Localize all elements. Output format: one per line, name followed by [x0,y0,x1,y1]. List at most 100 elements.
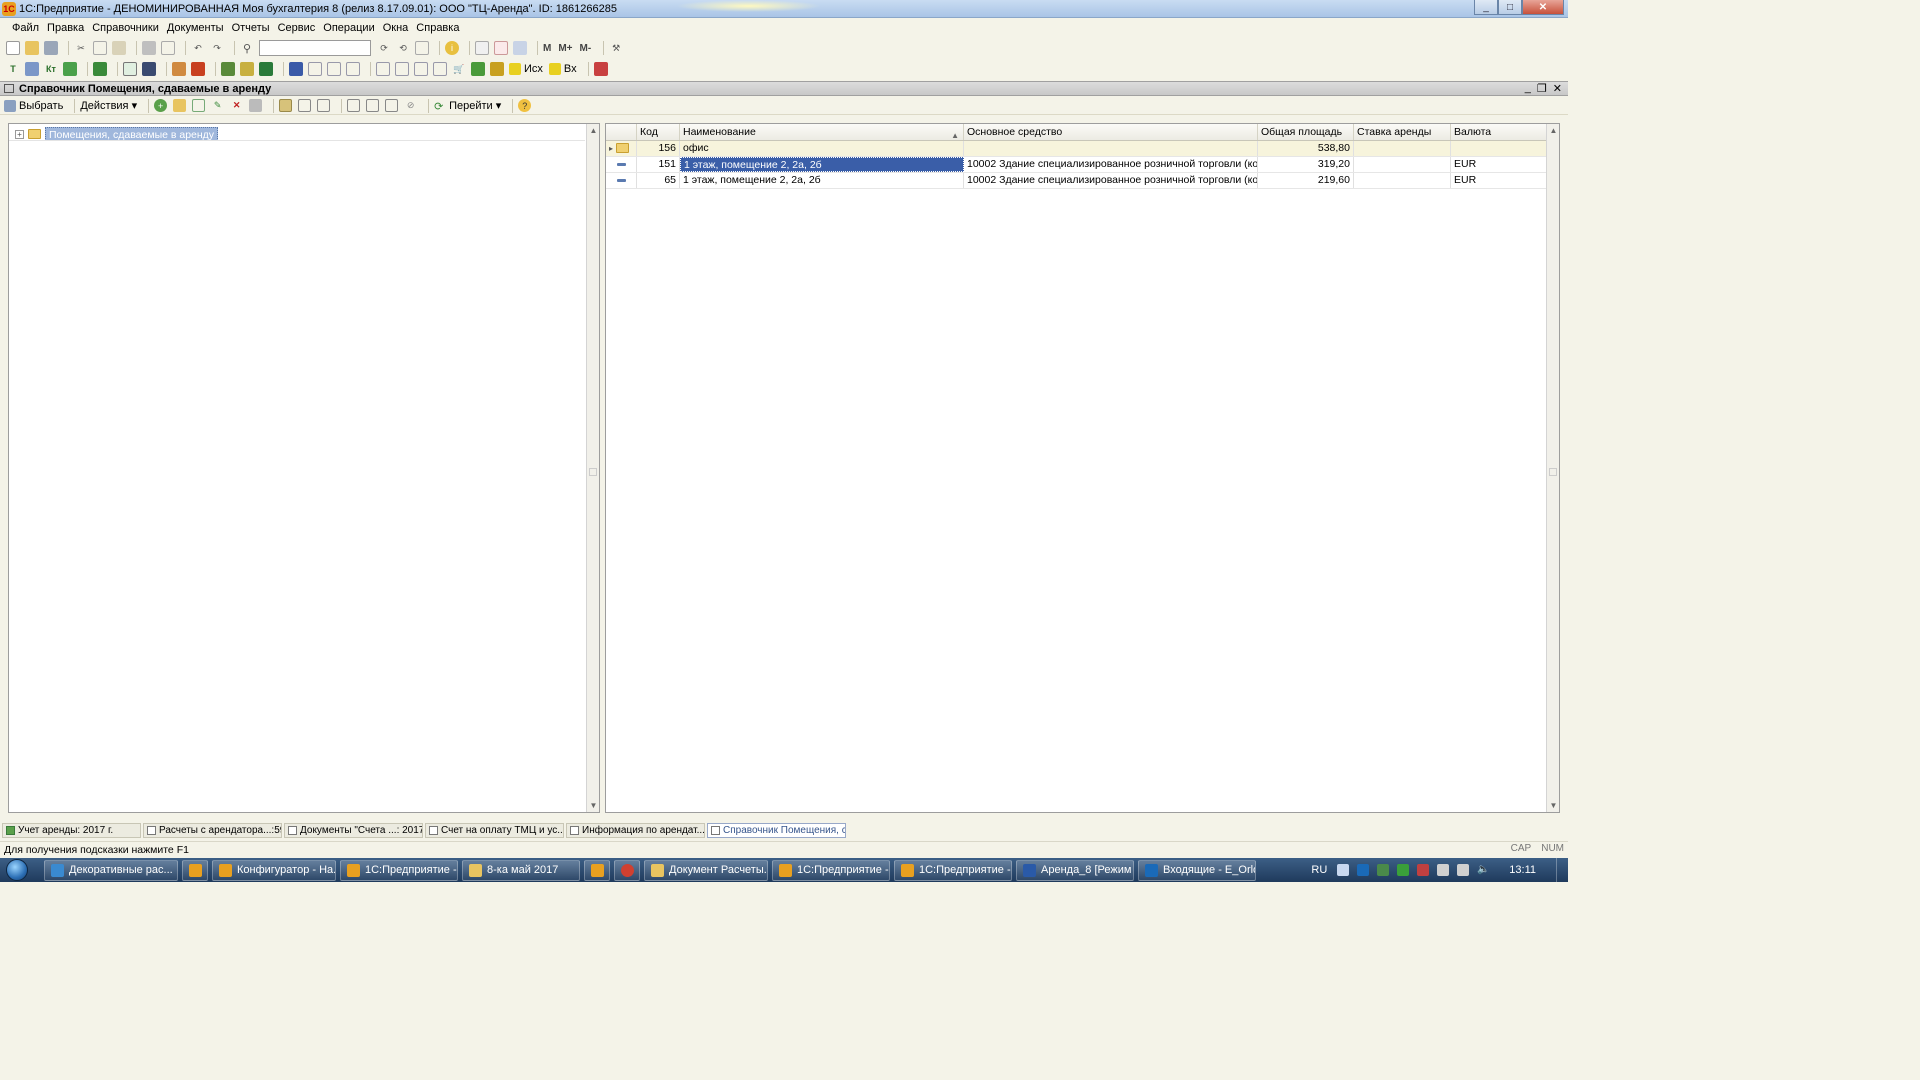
maximize-button[interactable]: □ [1498,0,1522,15]
contractors-icon[interactable] [172,62,186,76]
cash-register-icon[interactable] [471,62,485,76]
column-header-rate[interactable]: Ставка аренды [1354,124,1451,140]
column-header-area[interactable]: Общая площадь [1258,124,1354,140]
calendar-icon[interactable] [494,41,508,55]
ttn-icon[interactable] [346,62,360,76]
add-icon[interactable]: + [154,99,168,112]
taskbar-item[interactable] [182,859,208,881]
copy-icon[interactable] [93,41,107,55]
form-close-button[interactable]: ✕ [1553,82,1562,95]
window-tab[interactable]: Документы "Счета ...: 2017 г. [284,823,423,838]
add-group-icon[interactable] [173,99,187,112]
menu-help[interactable]: Справка [416,22,459,34]
window-tab-active[interactable]: Справочник Помещения, с... [707,823,846,838]
goto-menu-button[interactable]: ⟳ Перейти ▾ [434,99,501,113]
filter-icon[interactable] [347,99,361,112]
items-list[interactable]: Код Наименование ▲ Основное средство Обща… [605,123,1560,813]
bank-icon[interactable] [191,62,205,76]
tax-reports-icon[interactable] [593,62,608,76]
help-icon[interactable]: ? [518,99,532,112]
open-folder-icon[interactable] [25,41,39,55]
select-button[interactable]: Выбрать [4,99,63,112]
window-list-icon[interactable] [415,41,429,55]
column-header-currency[interactable]: Валюта [1451,124,1547,140]
balance-icon[interactable] [63,62,77,76]
display-icon[interactable] [1457,864,1470,876]
scroll-down-arrow[interactable]: ▼ [587,799,600,812]
chart-of-accounts-icon[interactable]: Т [6,62,20,76]
invoice-icon[interactable] [395,62,409,76]
network-icon[interactable] [1337,864,1350,876]
outlook-tray-icon[interactable] [1357,864,1370,876]
scroll-up-arrow[interactable]: ▲ [587,124,600,137]
find-next-icon[interactable]: ⟳ [377,41,391,55]
info-icon[interactable]: i [445,41,459,55]
1c-app-icon[interactable]: 1С [2,1,16,16]
organizations-icon[interactable] [25,62,39,76]
minimize-button[interactable]: _ [1474,0,1498,15]
close-button[interactable]: ✕ [1522,0,1564,15]
cash-in-icon[interactable] [221,62,235,76]
group-expander-icon[interactable]: ▸ [609,144,613,153]
form-restore-button[interactable]: ❐ [1537,82,1547,95]
column-header-name[interactable]: Наименование ▲ [680,124,964,140]
cut-icon[interactable]: ✂ [74,41,88,55]
paste-icon[interactable] [112,41,126,55]
search-icon[interactable]: ⚲ [240,41,254,55]
taskbar-item[interactable]: 1С:Предприятие - ... [894,859,1012,881]
payroll-icon[interactable] [433,62,447,76]
menu-file[interactable]: Файл [12,22,39,34]
filter-history-icon[interactable] [385,99,399,112]
edit-document-icon[interactable] [289,62,303,76]
menu-service[interactable]: Сервис [278,22,316,34]
filter-by-value-icon[interactable] [366,99,380,112]
receipt-icon[interactable] [308,62,322,76]
action-center-icon[interactable] [1437,864,1450,876]
account-card-icon[interactable]: Кт [44,62,58,76]
taskbar-item[interactable] [584,859,610,881]
menu-documents[interactable]: Документы [167,22,224,34]
tree-scrollbar[interactable]: ▲ ▼ [586,124,599,812]
groups-tree[interactable]: + Помещения, сдаваемые в аренду ▲ ▼ [8,123,600,813]
taskbar-item[interactable]: 1С:Предприятие - ... [340,859,458,881]
cash-out-icon[interactable] [240,62,254,76]
incoming-button[interactable]: Вх [548,63,577,75]
save-icon[interactable] [44,41,58,55]
memory-plus-button[interactable]: М+ [558,43,572,54]
invoice-issued-icon[interactable] [414,62,428,76]
window-tab[interactable]: Информация по арендат...:00 [566,823,705,838]
search-input[interactable] [259,40,371,56]
taskbar-item[interactable]: 1С:Предприятие - ... [772,859,890,881]
waybill-icon[interactable] [376,62,390,76]
column-header-asset[interactable]: Основное средство [964,124,1258,140]
tree-root-label[interactable]: Помещения, сдаваемые в аренду [45,127,219,141]
language-indicator[interactable]: RU [1311,864,1327,876]
mark-delete-icon[interactable] [249,99,263,112]
level-up-icon[interactable] [317,99,331,112]
memory-minus-button[interactable]: М- [580,43,592,54]
users-icon[interactable] [513,41,527,55]
volume-icon[interactable]: 🔈 [1477,864,1489,876]
show-desktop-button[interactable] [1556,858,1568,882]
clear-filter-icon[interactable]: ⊘ [404,99,417,112]
redo-icon[interactable]: ↷ [210,41,224,55]
outgoing-button[interactable]: Исх [509,63,543,75]
shopping-cart-icon[interactable]: 🛒 [452,62,466,76]
window-tab[interactable]: Счет на оплату ТМЦ и ус...:00 [425,823,564,838]
taskbar-item[interactable]: Входящие - E_Orlo... [1138,859,1256,881]
menu-operations[interactable]: Операции [323,22,374,34]
skype-icon[interactable] [1377,864,1390,876]
journal-icon[interactable] [93,62,107,76]
menu-edit[interactable]: Правка [47,22,84,34]
window-tab[interactable]: Расчеты с арендатора...:59 * [143,823,282,838]
print-preview-icon[interactable] [161,41,175,55]
print-icon[interactable] [142,41,156,55]
scroll-grip[interactable] [1549,468,1557,476]
table-row[interactable]: 65 1 этаж, помещение 2, 2а, 2б 10002 Зда… [606,173,1547,189]
table-row-group[interactable]: ▸ 156 офис 538,80 [606,141,1547,157]
column-header-icon[interactable] [606,124,637,140]
form-minimize-button[interactable]: _ [1525,82,1531,95]
expand-icon[interactable]: + [15,129,24,139]
taskbar-item[interactable]: Аренда_8 [Режим ... [1016,859,1134,881]
table-row[interactable]: 151 1 этаж, помещение 2, 2а, 2б 10002 Зд… [606,157,1547,173]
